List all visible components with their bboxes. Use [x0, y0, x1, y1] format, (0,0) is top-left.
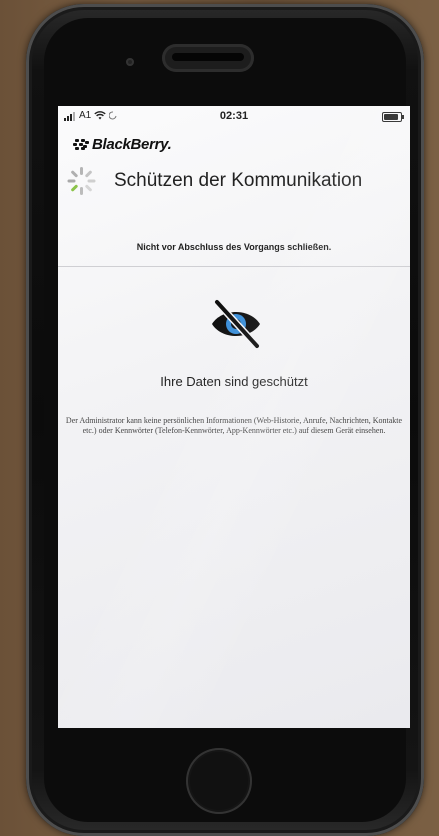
- header: Schützen der Kommunikation: [66, 166, 362, 196]
- warning-message: Nicht vor Abschluss des Vorgangs schließ…: [136, 242, 332, 252]
- privacy-description: Der Administrator kann keine persönliche…: [65, 416, 403, 435]
- status-bar: A1 02:31: [58, 106, 410, 128]
- protected-label: Ihre Daten sind geschützt: [160, 374, 308, 389]
- brand-name: BlackBerry.: [92, 136, 172, 153]
- phone-screen: A1 02:31 BlackBerry. Schützen der Kommun…: [58, 106, 410, 728]
- divider: [58, 266, 410, 267]
- page-title: Schützen der Kommunikation: [114, 170, 363, 191]
- eye-slash-icon: [208, 296, 264, 352]
- battery-icon: [382, 112, 404, 122]
- front-camera: [126, 58, 134, 66]
- loading-spinner-icon: [66, 166, 96, 196]
- status-time: 02:31: [219, 110, 249, 122]
- earpiece-speaker: [162, 44, 254, 72]
- blackberry-logo-icon: [72, 138, 89, 151]
- blackberry-logo: BlackBerry.: [72, 136, 172, 153]
- home-button[interactable]: [186, 748, 252, 814]
